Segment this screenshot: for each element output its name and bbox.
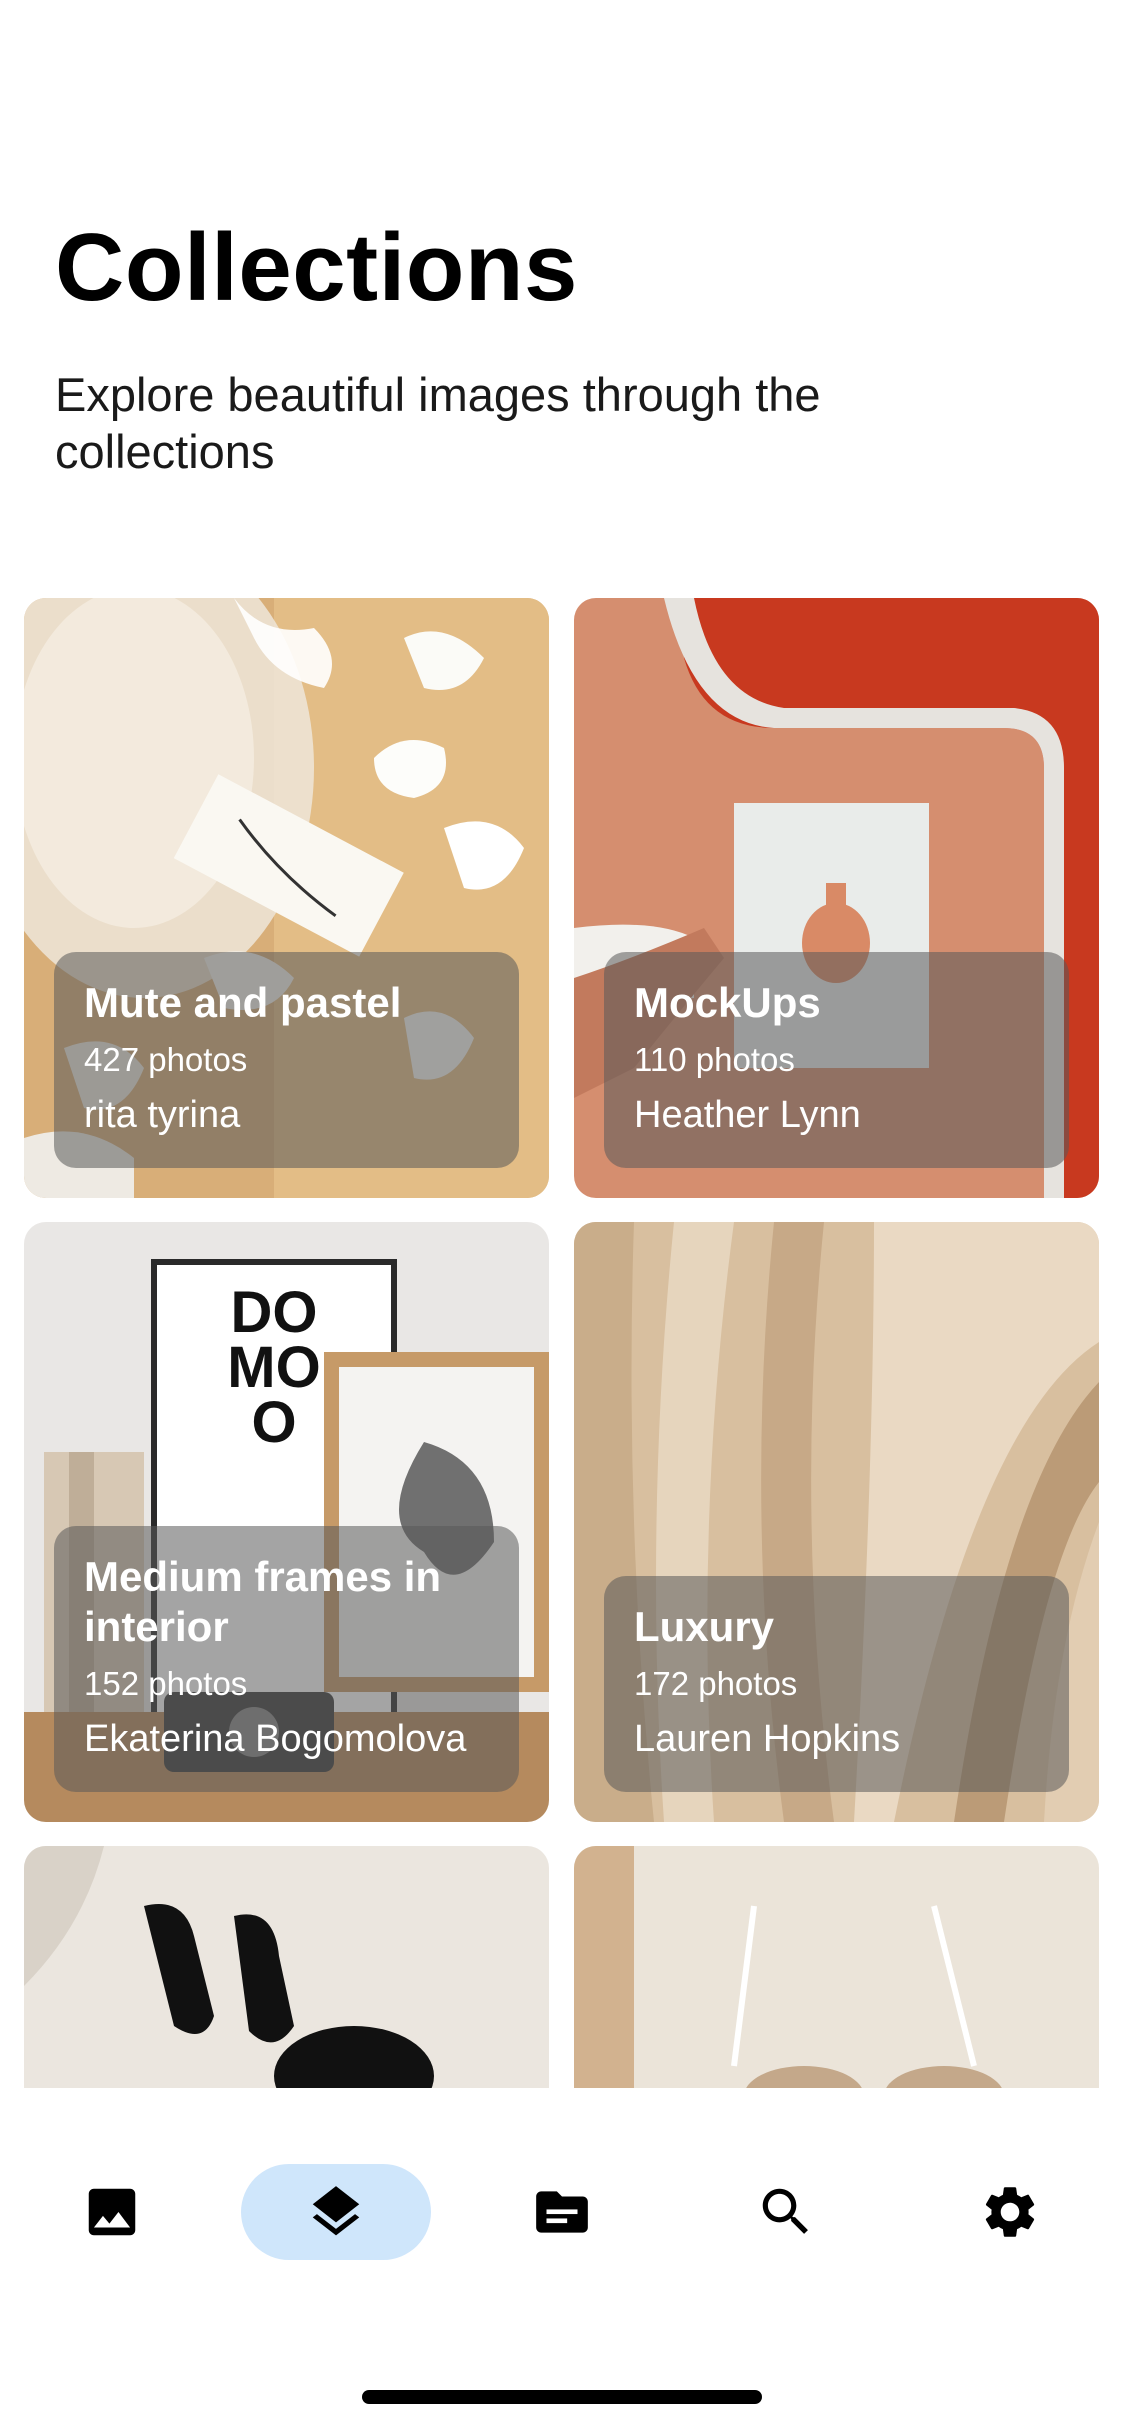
collection-name: Mute and pastel <box>84 979 402 1026</box>
settings-icon <box>985 2187 1035 2237</box>
collection-cover-image <box>574 1846 1099 2088</box>
collection-name: Luxury <box>634 1603 775 1650</box>
collection-info: Luxury 172 photos Lauren Hopkins <box>604 1576 1069 1792</box>
collection-card-luxury[interactable]: Luxury 172 photos Lauren Hopkins <box>574 1222 1099 1822</box>
collection-author: Ekaterina Bogomolova <box>84 1718 467 1760</box>
collection-photo-count: 152 photos <box>84 1665 248 1702</box>
collection-photo-count: 172 photos <box>634 1665 798 1702</box>
collection-card-5[interactable] <box>24 1846 549 2088</box>
search-icon <box>762 2188 808 2234</box>
collection-author: Lauren Hopkins <box>634 1718 901 1760</box>
nav-collections[interactable] <box>241 2164 431 2260</box>
bottom-nav <box>0 2088 1125 2436</box>
header: Collections Explore beautiful images thr… <box>55 220 1055 480</box>
collection-info: Mute and pastel 427 photos rita tyrina <box>54 952 519 1168</box>
page-title: Collections <box>55 214 578 321</box>
collection-card-mute-and-pastel[interactable]: Mute and pastel 427 photos rita tyrina <box>24 598 549 1198</box>
svg-text:O: O <box>251 1390 296 1455</box>
nav-search[interactable] <box>691 2164 881 2260</box>
page-subtitle: Explore beautiful images through the col… <box>55 368 821 478</box>
nav-articles[interactable] <box>467 2164 657 2260</box>
collection-card-medium-frames[interactable]: DO MO O Medium frames in interior 152 ph… <box>24 1222 549 1822</box>
collection-author: rita tyrina <box>84 1094 241 1136</box>
article-icon <box>536 2191 588 2233</box>
home-indicator[interactable] <box>362 2390 762 2404</box>
collection-card-6[interactable] <box>574 1846 1099 2088</box>
collection-photo-count: 427 photos <box>84 1041 248 1078</box>
collection-cover-image <box>24 1846 549 2088</box>
image-icon <box>88 2188 136 2236</box>
collection-info: MockUps 110 photos Heather Lynn <box>604 952 1069 1168</box>
collection-author: Heather Lynn <box>634 1094 861 1136</box>
collection-photo-count: 110 photos <box>634 1041 795 1078</box>
collection-card-mockups[interactable]: MockUps 110 photos Heather Lynn <box>574 598 1099 1198</box>
collection-name: MockUps <box>634 979 821 1026</box>
collection-name: Medium frames in interior <box>84 1553 442 1650</box>
nav-settings[interactable] <box>915 2164 1105 2260</box>
nav-photos[interactable] <box>17 2164 207 2260</box>
collections-grid: Mute and pastel 427 photos rita tyrina M… <box>24 598 1101 2088</box>
collection-info: Medium frames in interior 152 photos Eka… <box>54 1526 519 1792</box>
layers-icon <box>312 2186 360 2236</box>
